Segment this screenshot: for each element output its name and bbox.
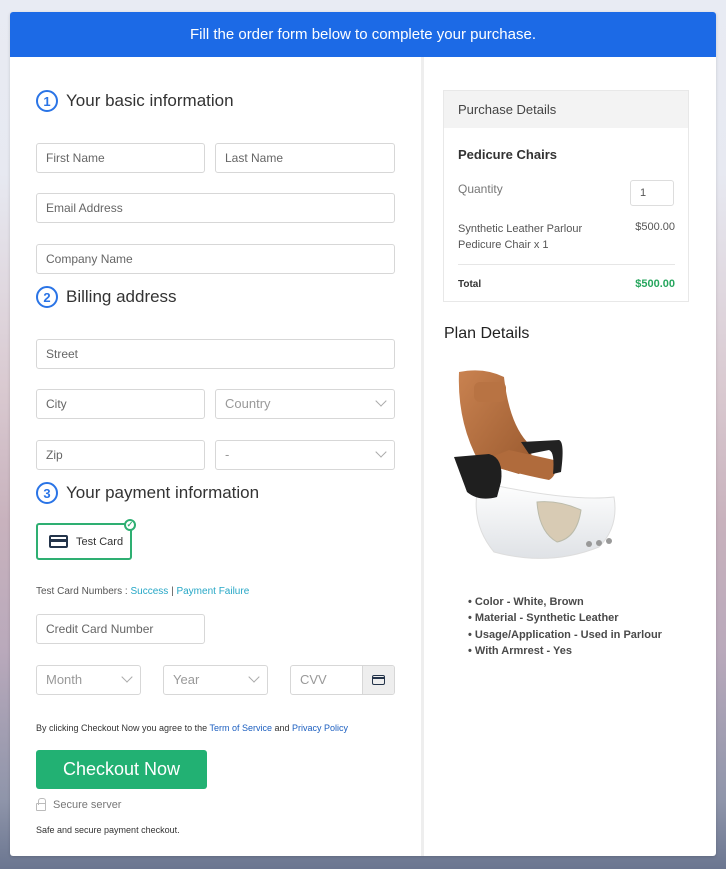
quantity-input[interactable]: 1 bbox=[630, 180, 674, 206]
product-name: Pedicure Chairs bbox=[458, 147, 557, 162]
last-name-input[interactable]: Last Name bbox=[215, 143, 395, 173]
feature-item: Color - White, Brown bbox=[468, 594, 662, 610]
step-badge: 2 bbox=[36, 286, 58, 308]
terms-text: By clicking Checkout Now you agree to th… bbox=[36, 723, 348, 733]
line-item-name: Synthetic Leather Parlour Pedicure Chair… bbox=[458, 223, 583, 251]
step-badge: 3 bbox=[36, 482, 58, 504]
link-separator: | bbox=[171, 586, 174, 597]
payment-failure-link[interactable]: Payment Failure bbox=[176, 586, 249, 597]
purchase-details-header: Purchase Details bbox=[444, 91, 688, 128]
chevron-down-icon bbox=[375, 395, 387, 407]
safe-checkout-text: Safe and secure payment checkout. bbox=[36, 825, 180, 835]
section-title: Your payment information bbox=[66, 483, 260, 502]
credit-card-icon bbox=[372, 675, 385, 685]
secure-server-label: Secure server bbox=[53, 799, 122, 811]
check-circle-icon: ✓ bbox=[124, 519, 136, 531]
month-select-value: Month bbox=[46, 672, 83, 687]
street-input[interactable]: Street bbox=[36, 339, 395, 369]
chevron-down-icon bbox=[121, 671, 133, 683]
city-input[interactable]: City bbox=[36, 389, 205, 419]
month-select[interactable]: Month bbox=[36, 665, 141, 695]
step-badge: 1 bbox=[36, 90, 58, 112]
cvv-card-button[interactable] bbox=[362, 666, 394, 694]
plan-details-title: Plan Details bbox=[444, 325, 530, 342]
country-select[interactable]: Country bbox=[215, 389, 395, 419]
feature-item: Usage/Application - Used in Parlour bbox=[468, 627, 662, 643]
section-title: Your basic information bbox=[66, 91, 234, 110]
terms-and: and bbox=[274, 723, 290, 733]
section-basic-info: 1 Your basic information bbox=[36, 90, 234, 112]
header-banner: Fill the order form below to complete yo… bbox=[10, 12, 716, 57]
card-number-input[interactable]: Credit Card Number bbox=[36, 614, 205, 644]
cvv-input[interactable]: CVV bbox=[290, 665, 395, 695]
privacy-policy-link[interactable]: Privacy Policy bbox=[292, 723, 348, 733]
credit-card-icon bbox=[49, 535, 68, 548]
lock-icon bbox=[36, 798, 46, 811]
purchase-details: Purchase Details Pedicure Chairs Quantit… bbox=[443, 90, 689, 302]
divider bbox=[458, 264, 675, 265]
pedicure-chair-image bbox=[454, 370, 616, 559]
chevron-down-icon bbox=[248, 671, 260, 683]
section-payment: 3 Your payment information bbox=[36, 482, 259, 504]
checkout-card: Fill the order form below to complete yo… bbox=[10, 12, 716, 856]
total-value: $500.00 bbox=[635, 278, 675, 290]
zip-input[interactable]: Zip bbox=[36, 440, 205, 470]
test-card-label: Test Card bbox=[76, 535, 124, 548]
test-card-numbers-label: Test Card Numbers : bbox=[36, 586, 128, 597]
order-form: 1 Your basic information First Name Last… bbox=[10, 57, 422, 856]
year-select[interactable]: Year bbox=[163, 665, 268, 695]
section-billing: 2 Billing address bbox=[36, 286, 177, 308]
state-select[interactable]: - bbox=[215, 440, 395, 470]
email-input[interactable]: Email Address bbox=[36, 193, 395, 223]
line-item-price: $500.00 bbox=[635, 221, 675, 233]
quantity-label: Quantity bbox=[458, 182, 503, 196]
plan-features: Color - White, Brown Material - Syntheti… bbox=[468, 594, 662, 659]
state-select-value: - bbox=[225, 447, 230, 462]
country-select-value: Country bbox=[225, 396, 271, 411]
summary-panel: Purchase Details Pedicure Chairs Quantit… bbox=[424, 57, 716, 856]
test-card-option[interactable]: Test Card ✓ bbox=[36, 519, 136, 560]
section-title: Billing address bbox=[66, 287, 177, 306]
company-input[interactable]: Company Name bbox=[36, 244, 395, 274]
cvv-placeholder: CVV bbox=[300, 672, 327, 687]
chevron-down-icon bbox=[375, 446, 387, 458]
year-select-value: Year bbox=[173, 672, 200, 687]
feature-item: Material - Synthetic Leather bbox=[468, 610, 662, 626]
total-label: Total bbox=[458, 279, 482, 290]
feature-item: With Armrest - Yes bbox=[468, 643, 662, 659]
test-card-numbers: Test Card Numbers : Success | Payment Fa… bbox=[36, 586, 249, 597]
first-name-input[interactable]: First Name bbox=[36, 143, 205, 173]
secure-server: Secure server bbox=[36, 798, 122, 811]
terms-prefix: By clicking Checkout Now you agree to th… bbox=[36, 723, 208, 733]
success-link[interactable]: Success bbox=[130, 586, 168, 597]
terms-of-service-link[interactable]: Term of Service bbox=[209, 723, 272, 733]
checkout-now-button[interactable]: Checkout Now bbox=[36, 750, 207, 789]
